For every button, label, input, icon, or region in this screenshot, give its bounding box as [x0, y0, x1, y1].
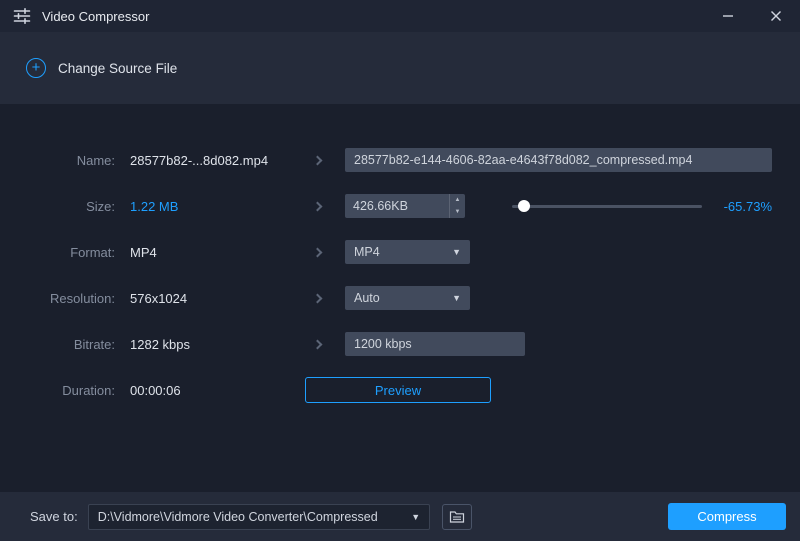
bitrate-value: 1282 kbps	[130, 336, 190, 352]
chevron-right-icon	[290, 293, 345, 303]
change-source-file-button[interactable]: Change Source File	[58, 61, 177, 76]
resolution-value: 576x1024	[130, 290, 188, 306]
size-slider[interactable]	[512, 199, 702, 213]
compressor-settings-panel: Name: 28577b82-...8d082.mp4 Size: 1.22 M…	[0, 104, 800, 492]
dropdown-arrow-icon: ▼	[452, 247, 461, 257]
compress-button[interactable]: Compress	[668, 503, 786, 530]
duration-value: 00:00:06	[130, 382, 181, 398]
resolution-label: Resolution:	[49, 290, 115, 306]
chevron-right-icon	[290, 155, 345, 165]
open-folder-icon	[449, 511, 464, 523]
size-label: Size:	[86, 198, 115, 214]
dropdown-arrow-icon: ▼	[452, 293, 461, 303]
name-row: Name: 28577b82-...8d082.mp4	[30, 137, 772, 183]
target-size-input[interactable]	[345, 194, 449, 218]
source-file-bar: + Change Source File	[0, 32, 800, 104]
format-selected: MP4	[354, 245, 380, 259]
slider-track[interactable]	[512, 205, 702, 208]
path-dropdown-arrow-icon[interactable]: ▼	[403, 512, 429, 522]
output-name-input[interactable]	[345, 148, 772, 172]
target-size-spinner[interactable]: ▲ ▼	[345, 194, 465, 218]
chevron-right-icon	[290, 247, 345, 257]
close-icon	[771, 11, 781, 21]
bitrate-input[interactable]	[345, 332, 525, 356]
spinner-up-icon[interactable]: ▲	[450, 194, 465, 206]
size-reduction-percent: -65.73%	[723, 198, 772, 214]
name-value: 28577b82-...8d082.mp4	[130, 152, 269, 168]
compressor-icon	[12, 6, 32, 26]
bitrate-label: Bitrate:	[73, 336, 115, 352]
minimize-button[interactable]	[704, 0, 752, 32]
title-bar: Video Compressor	[0, 0, 800, 32]
size-row: Size: 1.22 MB ▲ ▼ -65.73%	[30, 183, 772, 229]
resolution-selected: Auto	[354, 291, 380, 305]
format-label: Format:	[70, 244, 115, 260]
open-folder-button[interactable]	[441, 503, 472, 530]
save-path-dropdown[interactable]: ▼	[87, 503, 430, 530]
chevron-right-icon	[290, 339, 345, 349]
footer-bar: Save to: ▼ Compress	[0, 492, 800, 541]
bitrate-row: Bitrate: 1282 kbps	[30, 321, 772, 367]
duration-label: Duration:	[62, 382, 115, 398]
size-value: 1.22 MB	[130, 198, 179, 214]
close-button[interactable]	[752, 0, 800, 32]
resolution-row: Resolution: 576x1024 Auto ▼	[30, 275, 772, 321]
save-path-input[interactable]	[88, 509, 403, 524]
preview-button[interactable]: Preview	[305, 377, 491, 403]
spinner-arrows: ▲ ▼	[449, 194, 465, 218]
chevron-right-icon	[290, 201, 345, 211]
format-value: MP4	[130, 244, 157, 260]
save-to-label: Save to:	[30, 509, 78, 524]
spinner-down-icon[interactable]: ▼	[450, 206, 465, 218]
slider-thumb[interactable]	[517, 200, 530, 212]
window-controls	[704, 0, 800, 32]
add-source-icon[interactable]: +	[26, 58, 46, 78]
minimize-icon	[723, 15, 733, 17]
window-title: Video Compressor	[42, 8, 150, 24]
resolution-dropdown[interactable]: Auto ▼	[345, 286, 470, 310]
duration-row: Duration: 00:00:06 Preview	[30, 367, 772, 413]
format-dropdown[interactable]: MP4 ▼	[345, 240, 470, 264]
name-label: Name:	[76, 152, 115, 168]
format-row: Format: MP4 MP4 ▼	[30, 229, 772, 275]
